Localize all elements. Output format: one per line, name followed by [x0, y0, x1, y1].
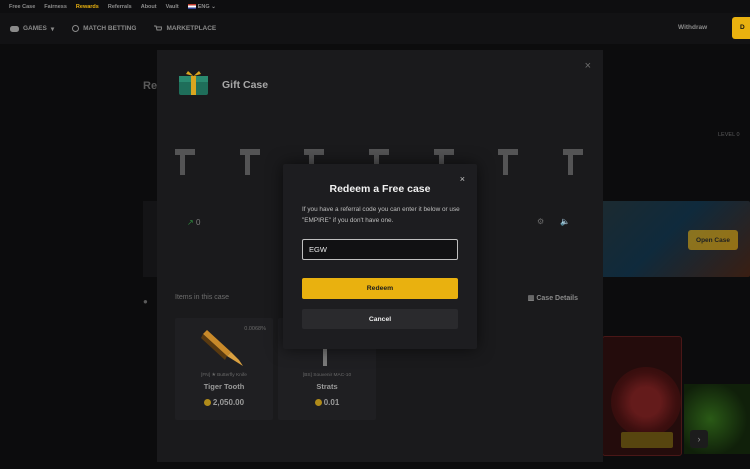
case-details-button[interactable]: ▥ Case Details	[528, 294, 578, 302]
top-link-vault[interactable]: Vault	[166, 4, 179, 10]
case-controls: ⚙ 🔈	[537, 217, 570, 226]
cart-icon	[154, 25, 163, 31]
open-case-button[interactable]: Open Case	[688, 230, 738, 250]
gamepad-icon	[10, 25, 19, 32]
item-name: Tiger Tooth	[203, 382, 245, 391]
deposit-button[interactable]: D	[732, 17, 750, 39]
main-nav: GAMES ▾ MATCH BETTING MARKETPLACE Withdr…	[0, 13, 750, 44]
case-balance: ↗ 0	[187, 218, 201, 227]
top-link-referrals[interactable]: Referrals	[108, 4, 132, 10]
book-icon: ▥	[527, 295, 535, 302]
panel-close-button[interactable]: ×	[585, 60, 591, 72]
top-link-about[interactable]: About	[141, 4, 157, 10]
redeem-modal: × Redeem a Free case If you have a refer…	[283, 164, 477, 349]
items-label: Items in this case	[175, 294, 230, 301]
info-icon: ●	[143, 297, 148, 306]
weapon-icon	[175, 149, 195, 175]
nav-games[interactable]: GAMES ▾	[10, 25, 54, 33]
cancel-button[interactable]: Cancel	[302, 309, 458, 329]
item-name: Strats	[316, 382, 338, 391]
settings-icon[interactable]: ⚙	[537, 217, 544, 226]
coin-icon	[314, 399, 322, 406]
withdraw-button[interactable]: Withdraw	[678, 24, 707, 31]
weapon-icon	[498, 149, 519, 175]
case-item-card[interactable]: 0.0068% [FN] ★ Butterfly Knife Tiger Too…	[175, 318, 273, 420]
key-icon: ↗	[187, 218, 194, 227]
sound-icon[interactable]: 🔈	[560, 217, 570, 226]
page-title: Re	[143, 80, 158, 92]
roulette-wheel-image	[611, 367, 681, 437]
top-links-bar: Free Case Fairness Rewards Referrals Abo…	[0, 0, 750, 13]
item-price: 0.01	[278, 398, 376, 407]
knife-image	[201, 330, 243, 366]
promo-card-red[interactable]	[602, 336, 682, 456]
chevron-down-icon: ▾	[50, 25, 55, 33]
item-weapon: [BS] Souvenir MAC-10	[302, 373, 352, 378]
modal-description: If you have a referral code you can ente…	[302, 206, 460, 224]
coin-icon	[203, 399, 211, 406]
gift-case-icon	[179, 71, 208, 95]
carousel-next-button[interactable]: ›	[690, 430, 708, 448]
item-price: 2,050.00	[175, 398, 273, 407]
weapon-icon	[239, 149, 260, 175]
language-selector[interactable]: ENG ⌄	[187, 3, 216, 10]
flag-icon	[187, 3, 196, 9]
top-link-free-case[interactable]: Free Case	[9, 4, 35, 10]
referral-code-input[interactable]	[302, 239, 458, 260]
case-strip-edge	[143, 201, 157, 277]
weapon-icon	[562, 149, 583, 175]
case-title: Gift Case	[222, 79, 269, 91]
top-link-rewards[interactable]: Rewards	[76, 4, 99, 10]
nav-marketplace[interactable]: MARKETPLACE	[154, 25, 216, 32]
modal-title: Redeem a Free case	[329, 183, 431, 195]
top-link-fairness[interactable]: Fairness	[44, 4, 67, 10]
level-indicator: LEVEL 0	[718, 132, 740, 138]
redeem-button[interactable]: Redeem	[302, 278, 458, 299]
nav-match-betting[interactable]: MATCH BETTING	[72, 25, 136, 32]
item-weapon: [FN] ★ Butterfly Knife	[201, 373, 247, 378]
promo-card-button[interactable]	[621, 432, 673, 448]
globe-icon	[72, 25, 80, 32]
